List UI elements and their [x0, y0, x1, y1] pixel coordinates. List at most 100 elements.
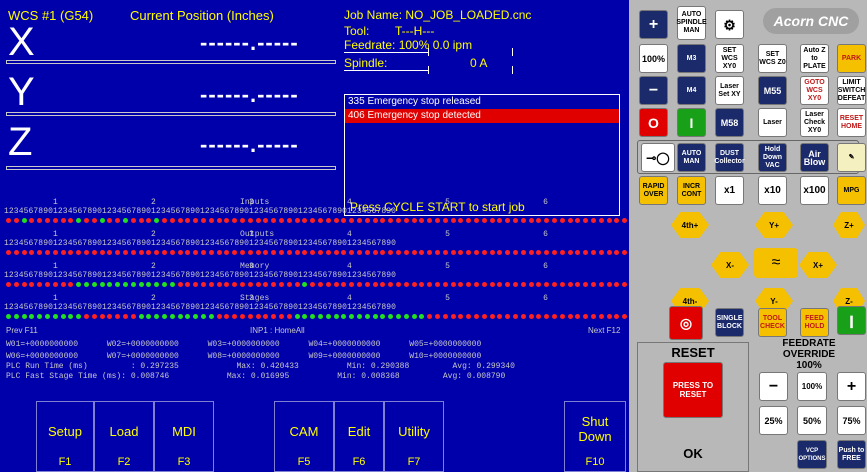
io-led[interactable] — [403, 314, 409, 319]
f3-mdi-button[interactable]: MDI F3 — [154, 401, 214, 472]
io-led[interactable] — [559, 218, 565, 223]
jog-plus-button[interactable]: + — [639, 10, 668, 39]
io-led[interactable] — [286, 250, 292, 255]
io-led[interactable] — [232, 282, 238, 287]
io-led[interactable] — [552, 314, 557, 319]
io-led[interactable] — [99, 282, 105, 287]
io-led[interactable] — [567, 250, 573, 255]
f10-shutdown-button[interactable]: Shut Down F10 — [564, 401, 626, 472]
io-led[interactable] — [169, 218, 175, 223]
io-led[interactable] — [255, 314, 261, 319]
io-led[interactable] — [419, 282, 425, 287]
io-led[interactable] — [154, 250, 160, 255]
io-led[interactable] — [575, 218, 581, 223]
io-led[interactable] — [115, 314, 121, 319]
io-led[interactable] — [372, 314, 378, 319]
io-led[interactable] — [388, 218, 394, 223]
io-led[interactable] — [138, 250, 144, 255]
io-led[interactable] — [614, 314, 620, 319]
io-led[interactable] — [435, 282, 440, 287]
air-valve-icon-button[interactable]: ⊸◯ — [641, 143, 675, 172]
io-led[interactable] — [333, 282, 339, 287]
io-led[interactable] — [138, 282, 144, 287]
io-led[interactable] — [302, 218, 308, 223]
io-led[interactable] — [99, 218, 105, 223]
io-led[interactable] — [489, 250, 495, 255]
io-led[interactable] — [224, 314, 230, 319]
io-led[interactable] — [567, 314, 573, 319]
io-led[interactable] — [216, 282, 222, 287]
io-led[interactable] — [107, 250, 113, 255]
io-led[interactable] — [614, 282, 620, 287]
io-led[interactable] — [232, 250, 238, 255]
io-led[interactable] — [559, 250, 565, 255]
io-led[interactable] — [349, 218, 355, 223]
io-led[interactable] — [559, 282, 565, 287]
io-led[interactable] — [591, 218, 596, 223]
reset-home-button[interactable]: RESET HOME — [837, 108, 866, 137]
io-led[interactable] — [419, 218, 425, 223]
io-led[interactable] — [380, 250, 386, 255]
io-led[interactable] — [622, 218, 628, 223]
io-led[interactable] — [528, 314, 534, 319]
io-led[interactable] — [91, 314, 97, 319]
io-led[interactable] — [13, 282, 19, 287]
io-led[interactable] — [466, 218, 472, 223]
io-led[interactable] — [255, 250, 261, 255]
io-led[interactable] — [349, 282, 355, 287]
io-led[interactable] — [396, 314, 401, 319]
io-led[interactable] — [528, 218, 534, 223]
feed-override-plus-button[interactable]: + — [837, 372, 866, 401]
f6-edit-button[interactable]: Edit F6 — [334, 401, 384, 472]
io-led[interactable] — [552, 218, 557, 223]
io-led[interactable] — [458, 218, 464, 223]
io-led[interactable] — [427, 250, 433, 255]
io-led[interactable] — [622, 282, 628, 287]
io-led[interactable] — [29, 282, 35, 287]
io-led[interactable] — [52, 218, 58, 223]
io-led[interactable] — [6, 314, 11, 319]
io-led[interactable] — [364, 218, 370, 223]
io-led[interactable] — [357, 218, 362, 223]
io-led[interactable] — [583, 314, 589, 319]
io-led[interactable] — [224, 250, 230, 255]
io-led[interactable] — [91, 282, 97, 287]
spindle-icon-button[interactable]: ⚙ — [715, 10, 744, 39]
rapid-over-button[interactable]: RAPID OVER — [639, 176, 668, 205]
io-led[interactable] — [466, 250, 472, 255]
stop-button[interactable]: O — [639, 108, 668, 137]
io-led[interactable] — [536, 314, 542, 319]
io-led[interactable] — [271, 314, 277, 319]
prev-page-hint[interactable]: Prev F11 — [6, 326, 38, 335]
io-led[interactable] — [598, 250, 604, 255]
jog-x100-button[interactable]: x100 — [800, 176, 829, 205]
laser-set-xy-button[interactable]: Laser Set XY — [715, 76, 744, 105]
io-led[interactable] — [513, 314, 518, 319]
m58-button[interactable]: M58 — [715, 108, 744, 137]
io-led[interactable] — [310, 218, 316, 223]
io-led[interactable] — [598, 282, 604, 287]
io-led[interactable] — [318, 250, 323, 255]
io-led[interactable] — [481, 250, 487, 255]
push-to-free-button[interactable]: Push to FREE — [837, 440, 866, 469]
io-led[interactable] — [505, 314, 511, 319]
io-led[interactable] — [185, 282, 191, 287]
io-led[interactable] — [325, 218, 331, 223]
feed-override-75-button[interactable]: 75% — [837, 406, 866, 435]
io-led[interactable] — [474, 314, 479, 319]
io-led[interactable] — [130, 314, 136, 319]
air-blow-button[interactable]: Air Blow — [800, 143, 829, 172]
io-led[interactable] — [216, 250, 222, 255]
io-led[interactable] — [21, 250, 27, 255]
io-led[interactable] — [536, 282, 542, 287]
io-led[interactable] — [474, 282, 479, 287]
io-led[interactable] — [286, 314, 292, 319]
limit-switch-defeat-button[interactable]: LIMIT SWITCH DEFEAT — [837, 76, 866, 105]
io-led[interactable] — [396, 282, 401, 287]
io-led[interactable] — [21, 218, 27, 223]
io-led[interactable] — [240, 314, 245, 319]
io-led[interactable] — [575, 314, 581, 319]
io-led[interactable] — [263, 314, 269, 319]
io-led[interactable] — [68, 314, 74, 319]
feed-hold-button[interactable]: FEED HOLD — [800, 308, 829, 337]
